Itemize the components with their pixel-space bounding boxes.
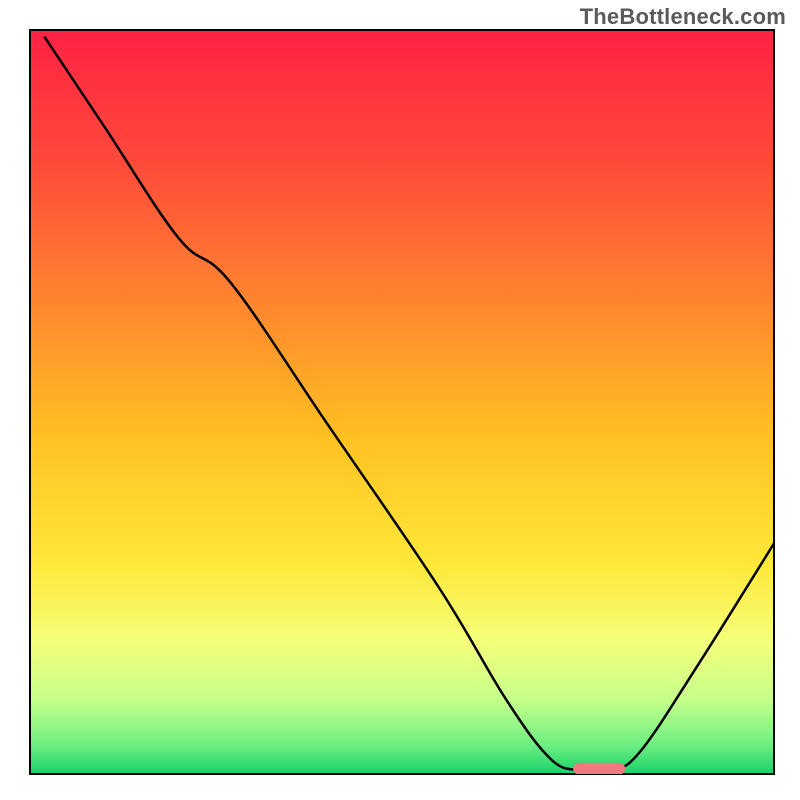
watermark-text: TheBottleneck.com bbox=[580, 4, 786, 30]
chart-container: TheBottleneck.com bbox=[0, 0, 800, 800]
bottleneck-chart bbox=[0, 0, 800, 800]
gradient-background bbox=[30, 30, 774, 774]
optimal-range-marker bbox=[573, 763, 625, 775]
